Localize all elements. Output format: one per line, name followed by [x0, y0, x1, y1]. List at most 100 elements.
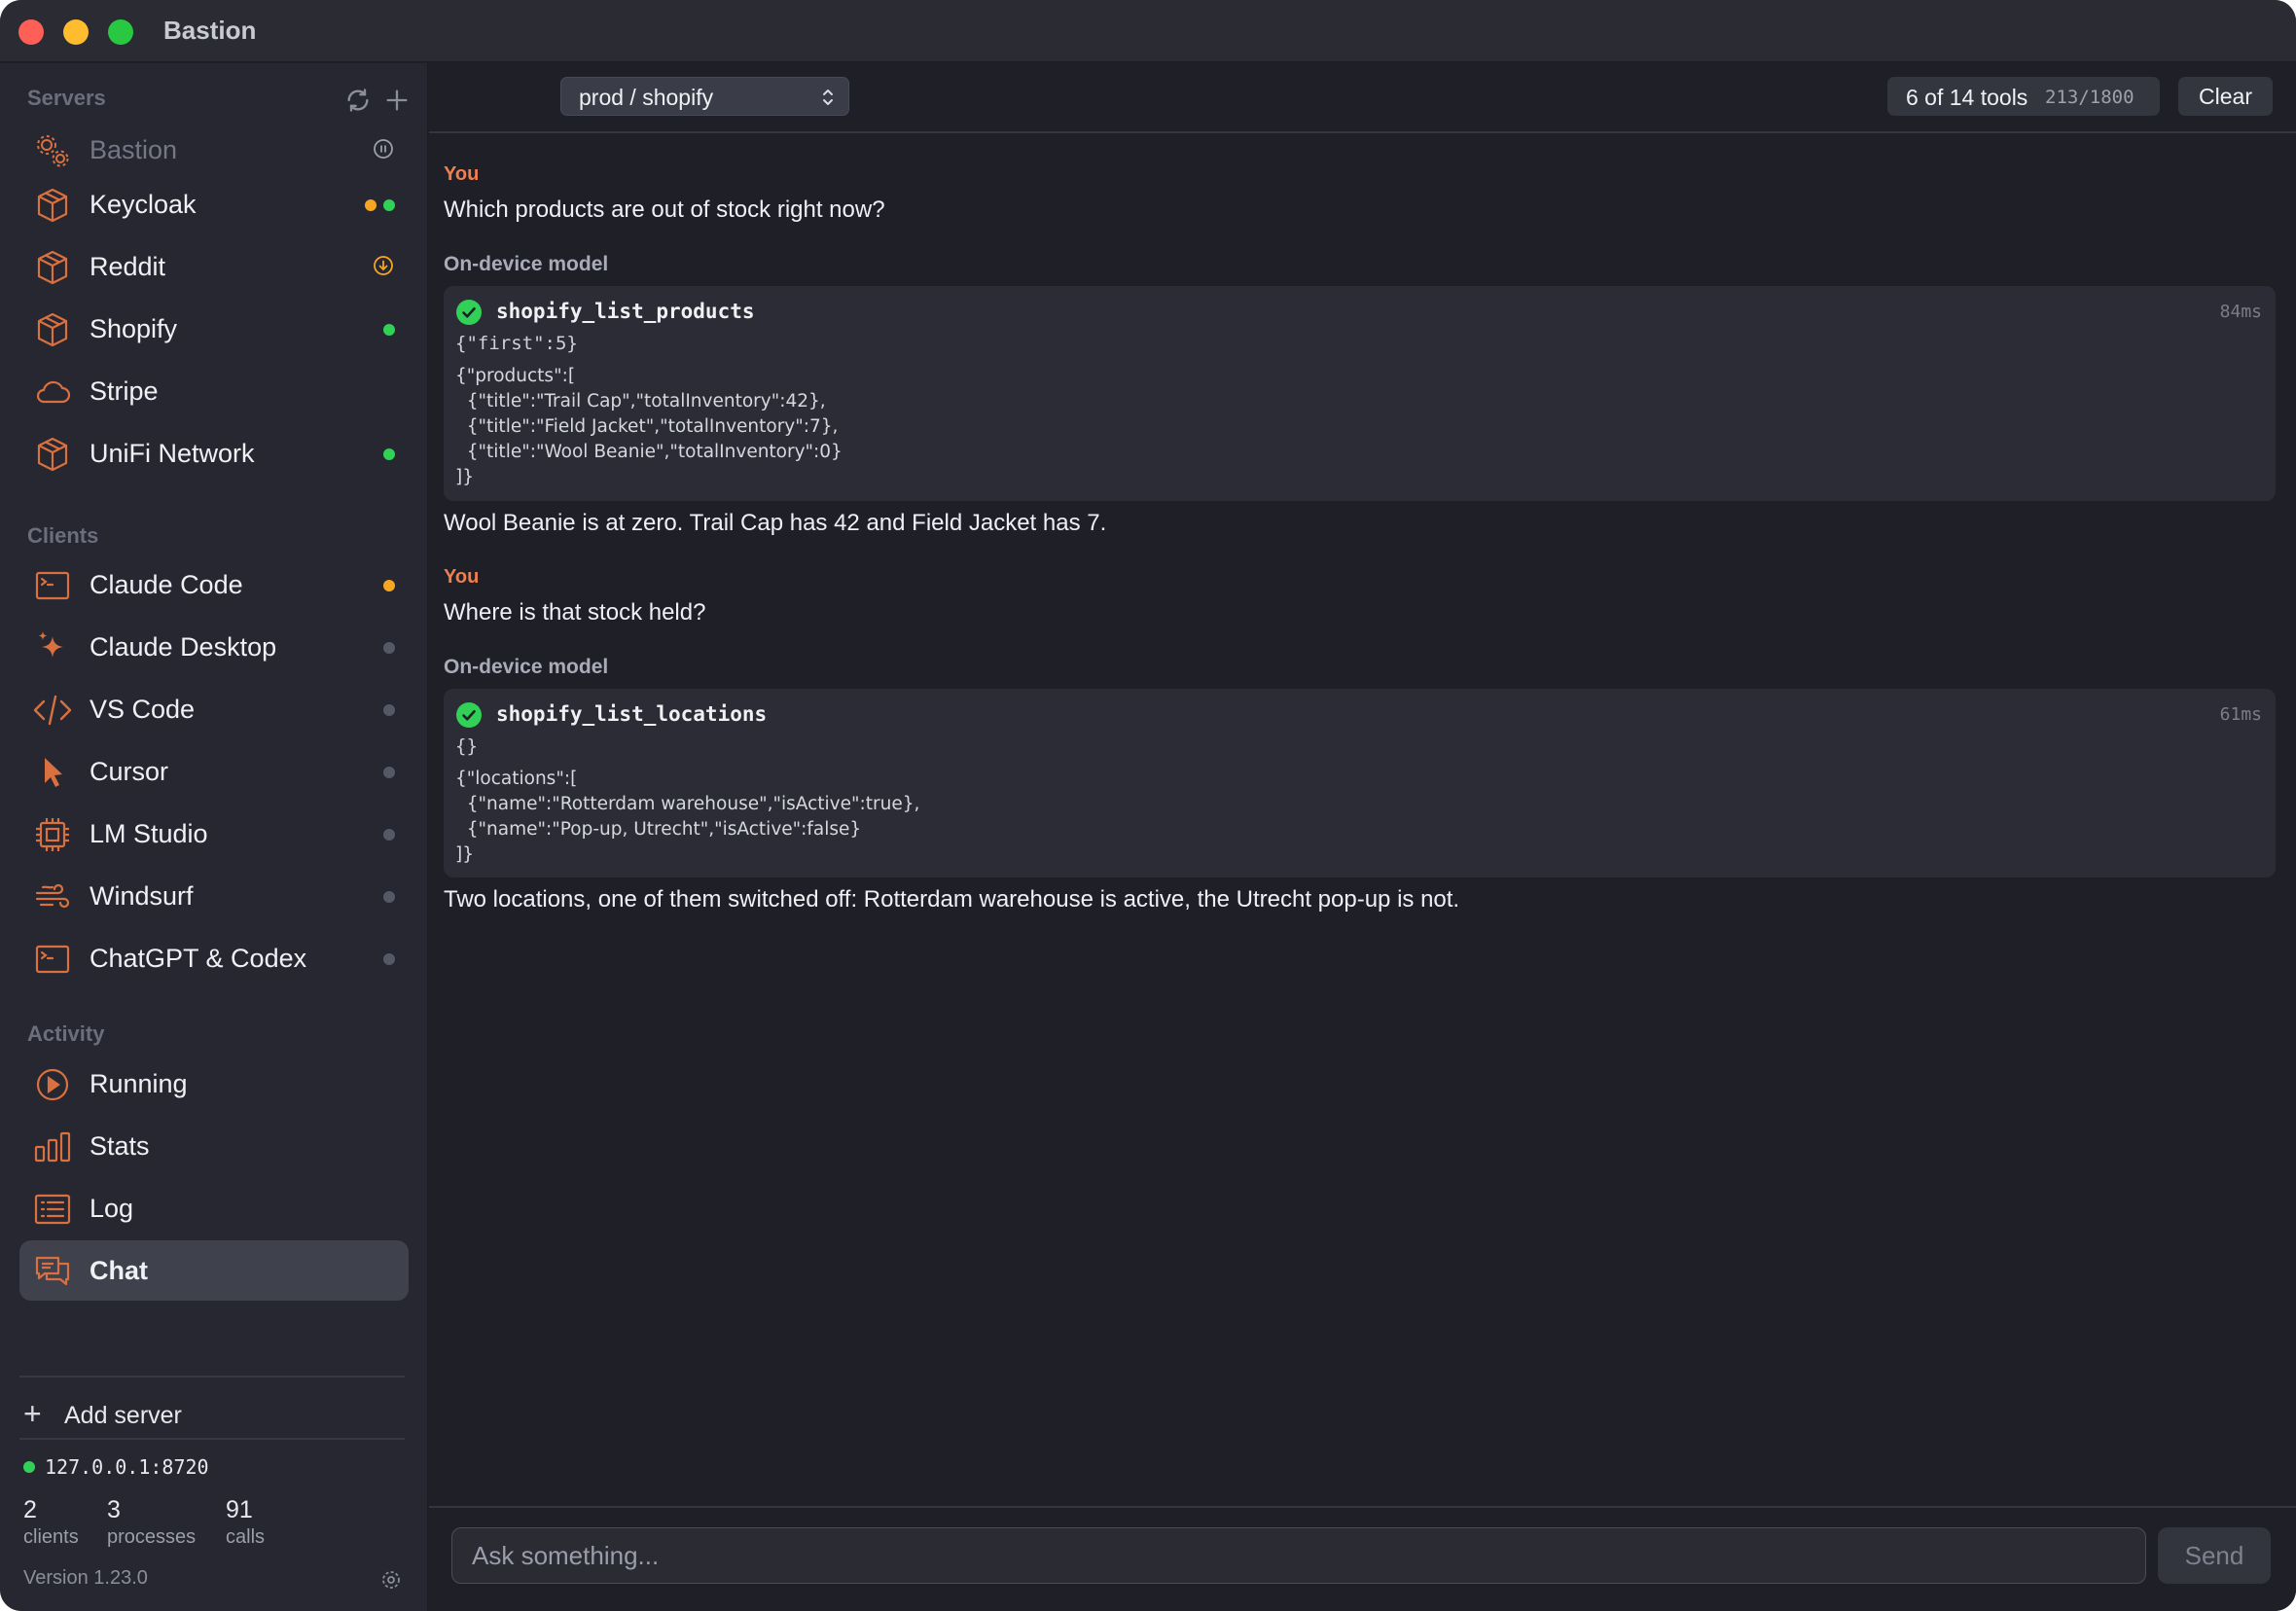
sidebar-item-bastion[interactable]: Bastion: [19, 120, 409, 180]
status-dot-green: [383, 199, 395, 211]
download-status-icon[interactable]: [372, 254, 395, 277]
sidebar-item-keycloak[interactable]: Keycloak: [19, 174, 409, 234]
tool-call-card[interactable]: shopify_list_products 84ms {"first":5} {…: [444, 286, 2276, 501]
zoom-window-button[interactable]: [108, 19, 133, 45]
divider: [19, 1376, 405, 1378]
minimize-window-button[interactable]: [63, 19, 89, 45]
settings-gear-icon[interactable]: [379, 1568, 403, 1592]
sidebar-item-claude-desktop[interactable]: Claude Desktop: [19, 617, 409, 677]
status-dot-gray: [383, 642, 395, 654]
sidebar-item-reddit[interactable]: Reddit: [19, 236, 409, 297]
ask-input[interactable]: [451, 1527, 2146, 1584]
gears-icon: [33, 131, 72, 170]
sidebar-item-vs-code[interactable]: VS Code: [19, 679, 409, 739]
status-dot-orange: [383, 580, 395, 591]
sidebar: Servers Bastion Keycloak Reddit Shopify …: [0, 63, 428, 1611]
sidebar-item-label: Keycloak: [90, 190, 197, 219]
close-window-button[interactable]: [18, 19, 44, 45]
stat-caption: clients: [23, 1526, 79, 1548]
sidebar-item-label: Cursor: [90, 757, 169, 786]
sidebar-item-chatgpt-codex[interactable]: ChatGPT & Codex: [19, 928, 409, 988]
stat-processes: 3 processes: [107, 1496, 196, 1549]
sidebar-item-log[interactable]: Log: [19, 1178, 409, 1238]
version-label: Version 1.23.0: [23, 1567, 148, 1589]
sidebar-item-shopify[interactable]: Shopify: [19, 299, 409, 359]
window-title: Bastion: [163, 16, 257, 45]
stat-caption: processes: [107, 1526, 197, 1548]
chip-icon: [33, 815, 72, 854]
sidebar-item-label: Reddit: [90, 252, 166, 281]
servers-actions: [344, 87, 411, 114]
status-dot-gray: [383, 829, 395, 841]
bar-chart-icon: [33, 1128, 72, 1166]
sidebar-item-chat[interactable]: Chat: [19, 1240, 409, 1301]
tool-result: {"locations":[ {"name":"Rotterdam wareho…: [455, 769, 920, 865]
status-dot-green: [383, 324, 395, 336]
sidebar-item-unifi-network[interactable]: UniFi Network: [19, 423, 409, 483]
status-dot-gray: [383, 767, 395, 778]
tool-duration: 84ms: [2219, 302, 2262, 322]
tool-call-card[interactable]: shopify_list_locations 61ms {} {"locatio…: [444, 689, 2276, 877]
sidebar-item-lm-studio[interactable]: LM Studio: [19, 804, 409, 864]
sidebar-item-label: Claude Desktop: [90, 632, 277, 662]
cube-icon: [33, 186, 72, 225]
chat-panel: prod / shopify 6 of 14 tools 213/1800 Cl…: [429, 63, 2296, 1611]
plus-icon: +: [23, 1396, 42, 1431]
tool-duration: 61ms: [2219, 704, 2262, 725]
sidebar-item-label: Shopify: [90, 314, 178, 343]
status-dot-green: [23, 1461, 35, 1473]
add-server-button[interactable]: + Add server: [19, 1392, 405, 1441]
stat-caption: calls: [226, 1526, 266, 1548]
sidebar-item-label: Stripe: [90, 376, 159, 406]
assistant-message: Two locations, one of them switched off:…: [444, 886, 1460, 913]
add-icon[interactable]: [383, 87, 411, 114]
tool-arguments: {}: [455, 735, 478, 757]
servers-section-title: Servers: [27, 86, 106, 110]
sidebar-item-windsurf[interactable]: Windsurf: [19, 866, 409, 926]
sidebar-item-label: LM Studio: [90, 819, 208, 848]
sidebar-item-label: Windsurf: [90, 881, 194, 911]
tool-arguments: {"first":5}: [455, 333, 578, 354]
tools-count-text: 6 of 14 tools: [1906, 85, 2028, 110]
sidebar-item-cursor[interactable]: Cursor: [19, 741, 409, 802]
code-icon: [33, 691, 72, 730]
wind-icon: [33, 877, 72, 916]
user-message: Where is that stock held?: [444, 599, 706, 626]
stat-value: 3: [107, 1496, 121, 1523]
cube-icon: [33, 248, 72, 287]
clear-button[interactable]: Clear: [2178, 77, 2273, 116]
user-message: Which products are out of stock right no…: [444, 197, 885, 223]
pause-status-icon[interactable]: [372, 137, 395, 161]
success-check-icon: [456, 702, 482, 728]
sidebar-item-label: Chat: [90, 1256, 148, 1285]
stat-clients: 2 clients: [23, 1496, 79, 1549]
sidebar-item-label: ChatGPT & Codex: [90, 944, 307, 973]
cube-icon: [33, 310, 72, 349]
server-address: 127.0.0.1:8720: [23, 1455, 209, 1479]
terminal-icon: [33, 566, 72, 605]
sidebar-item-stripe[interactable]: Stripe: [19, 361, 409, 421]
sidebar-item-label: Running: [90, 1069, 188, 1098]
cloud-icon: [33, 373, 72, 412]
tools-count-badge[interactable]: 6 of 14 tools 213/1800: [1887, 77, 2160, 116]
sidebar-item-label: Bastion: [90, 135, 178, 164]
play-icon: [33, 1065, 72, 1104]
add-server-label: Add server: [64, 1402, 182, 1429]
tool-name: shopify_list_locations: [496, 702, 768, 726]
activity-section-title: Activity: [27, 1021, 105, 1046]
server-select[interactable]: prod / shopify: [560, 77, 849, 116]
send-button[interactable]: Send: [2158, 1527, 2271, 1584]
sidebar-item-claude-code[interactable]: Claude Code: [19, 555, 409, 615]
list-icon: [33, 1190, 72, 1229]
status-dot-gray: [383, 953, 395, 965]
refresh-icon[interactable]: [344, 87, 372, 114]
speaker-label-model: On-device model: [444, 656, 609, 678]
sidebar-item-stats[interactable]: Stats: [19, 1116, 409, 1176]
cursor-icon: [33, 753, 72, 792]
stat-value: 2: [23, 1496, 37, 1523]
speaker-label-you: You: [444, 163, 480, 185]
speaker-label-you: You: [444, 566, 480, 588]
chat-toolbar: prod / shopify 6 of 14 tools 213/1800 Cl…: [429, 63, 2296, 133]
stat-calls: 91 calls: [226, 1496, 265, 1549]
sidebar-item-running[interactable]: Running: [19, 1054, 409, 1114]
